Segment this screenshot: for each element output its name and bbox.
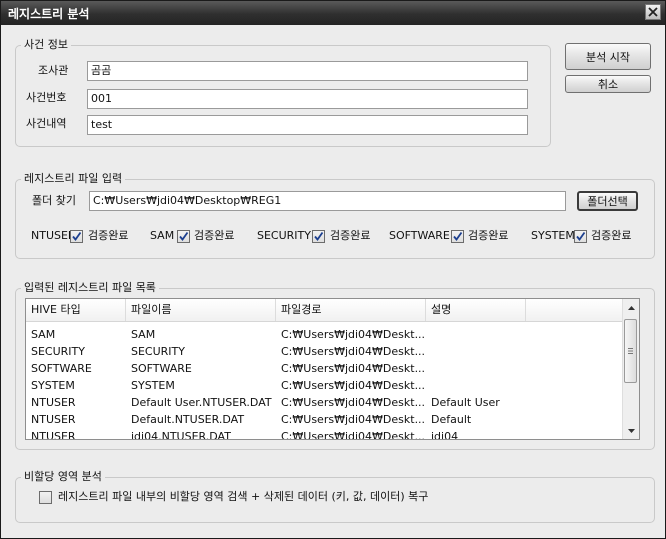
cell-file-path: C:₩Users₩jdi04₩Deskt... [281,430,426,440]
hive-system-status: 검증완료 [591,229,632,242]
cell-hive-type: NTUSER [31,396,76,409]
cell-file-path: C:₩Users₩jdi04₩Deskt... [281,396,426,409]
checkmark-icon [576,231,586,241]
case-number-field[interactable]: 001 [87,89,528,109]
hive-system-name: SYSTEM [531,229,575,242]
table-row[interactable]: NTUSER Default.NTUSER.DAT C:₩Users₩jdi04… [26,411,623,428]
table-row[interactable]: NTUSER jdi04.NTUSER.DAT C:₩Users₩jdi04₩D… [26,428,623,440]
title-bar[interactable]: 레지스트리 분석 [1,1,665,25]
start-analysis-button[interactable]: 분석 시작 [565,43,651,70]
registry-analysis-window: 레지스트리 분석 사건 정보 조사관 곰곰 사건번호 001 사건내역 test… [0,0,666,539]
case-description-field[interactable]: test [87,115,528,135]
case-description-label: 사건내역 [26,117,67,130]
investigator-label: 조사관 [38,64,69,77]
scroll-up-button[interactable] [623,299,639,316]
cell-file-name: SECURITY [131,345,185,358]
folder-select-button[interactable]: 폴더선택 [577,191,638,211]
hive-software-status: 검증완료 [468,229,509,242]
cell-file-name: jdi04.NTUSER.DAT [131,430,231,440]
column-header-hive-type[interactable]: HIVE 타입 [26,299,126,321]
cell-file-path: C:₩Users₩jdi04₩Deskt... [281,413,426,426]
window-title: 레지스트리 분석 [8,7,90,21]
registry-file-list[interactable]: HIVE 타입 파일이름 파일경로 설명 SAM SAM C:₩Users₩jd… [25,298,640,440]
arrow-down-icon [627,428,635,433]
investigator-field[interactable]: 곰곰 [87,61,528,81]
grip-icon [628,348,633,354]
hive-sam-checkbox[interactable] [177,230,190,243]
cancel-button[interactable]: 취소 [565,75,651,93]
folder-find-label: 폴더 찾기 [32,194,76,207]
cell-file-path: C:₩Users₩jdi04₩Deskt... [281,362,426,375]
cell-file-path: C:₩Users₩jdi04₩Deskt... [281,379,426,392]
checkmark-icon [179,231,189,241]
hive-sam-status: 검증완료 [194,229,235,242]
hive-security-status: 검증완료 [330,229,371,242]
cell-hive-type: SOFTWARE [31,362,92,375]
unallocated-option-label[interactable]: 레지스트리 파일 내부의 비할당 영역 검색 + 삭제된 데이터 (키, 값, … [58,490,428,504]
cell-description: Default User [431,396,500,409]
hive-ntuser-status: 검증완료 [88,229,129,242]
hive-sam-name: SAM [150,229,175,242]
cell-description: Default [431,413,472,426]
cell-file-name: SAM [131,328,156,341]
cell-file-name: Default User.NTUSER.DAT [131,396,272,409]
hive-software-checkbox[interactable] [451,230,464,243]
hive-ntuser-name: NTUSER [31,229,76,242]
cell-file-name: Default.NTUSER.DAT [131,413,245,426]
cell-hive-type: NTUSER [31,430,76,440]
cell-description [426,343,526,360]
checkmark-icon [72,231,82,241]
case-number-label: 사건번호 [26,91,67,104]
unallocated-legend: 비할당 영역 분석 [21,470,105,484]
close-button[interactable] [645,4,661,20]
folder-path-field[interactable]: C:₩Users₩jdi04₩Desktop₩REG1 [89,191,566,211]
cell-description [426,377,526,394]
table-row[interactable]: SAM SAM C:₩Users₩jdi04₩Deskt... [26,326,623,343]
hive-security-checkbox[interactable] [312,230,325,243]
list-vertical-scrollbar[interactable] [622,299,639,439]
column-header-description[interactable]: 설명 [426,299,526,321]
scroll-down-button[interactable] [623,422,639,439]
cell-file-path: C:₩Users₩jdi04₩Deskt... [281,328,426,341]
unallocated-option-checkbox[interactable] [39,491,52,504]
table-row[interactable]: SOFTWARE SOFTWARE C:₩Users₩jdi04₩Deskt..… [26,360,623,377]
close-icon [648,7,658,17]
list-header: HIVE 타입 파일이름 파일경로 설명 [26,299,623,322]
cell-file-name: SYSTEM [131,379,175,392]
column-header-file-path[interactable]: 파일경로 [276,299,426,321]
hive-ntuser-checkbox[interactable] [70,230,83,243]
scrollbar-thumb[interactable] [624,319,637,383]
cell-description [426,326,526,343]
hive-software-name: SOFTWARE [389,229,450,242]
cell-description [426,360,526,377]
table-row[interactable]: NTUSER Default User.NTUSER.DAT C:₩Users₩… [26,394,623,411]
cell-hive-type: SAM [31,328,56,341]
hive-system-checkbox[interactable] [574,230,587,243]
table-row[interactable]: SYSTEM SYSTEM C:₩Users₩jdi04₩Deskt... [26,377,623,394]
checkmark-icon [453,231,463,241]
checkmark-icon [314,231,324,241]
registry-input-legend: 레지스트리 파일 입력 [21,172,126,186]
file-list-legend: 입력된 레지스트리 파일 목록 [21,281,159,295]
cell-hive-type: SYSTEM [31,379,75,392]
cell-file-path: C:₩Users₩jdi04₩Deskt... [281,345,426,358]
hive-security-name: SECURITY [257,229,311,242]
table-row[interactable]: SECURITY SECURITY C:₩Users₩jdi04₩Deskt..… [26,343,623,360]
cell-hive-type: SECURITY [31,345,85,358]
arrow-up-icon [627,305,635,310]
cell-file-name: SOFTWARE [131,362,192,375]
column-header-file-name[interactable]: 파일이름 [126,299,276,321]
cell-hive-type: NTUSER [31,413,76,426]
case-info-legend: 사건 정보 [21,38,71,52]
cell-description: jdi04 [431,430,459,440]
